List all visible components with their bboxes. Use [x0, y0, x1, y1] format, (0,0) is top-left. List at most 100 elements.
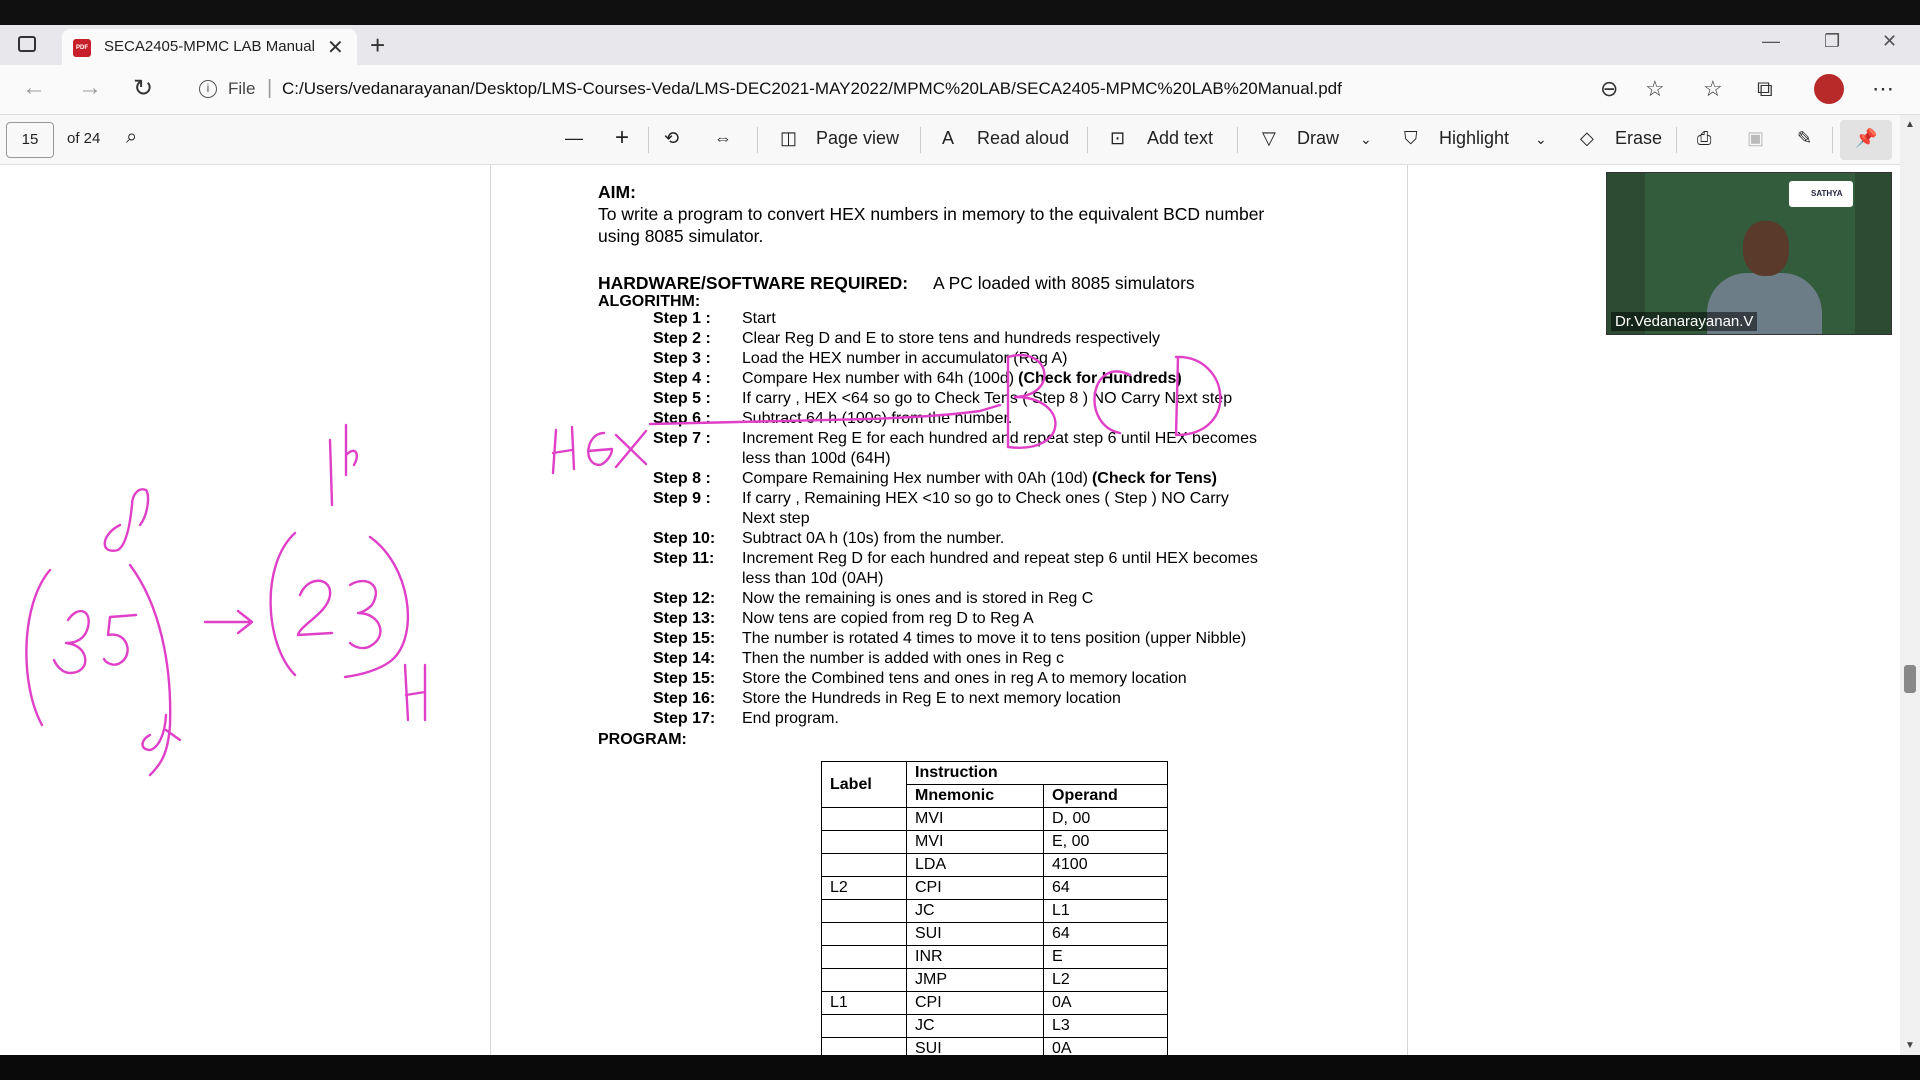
zoom-in-icon[interactable]: + [615, 124, 629, 152]
read-aloud-icon[interactable]: A [942, 128, 954, 149]
step-text: less than 100d (64H) [742, 450, 891, 468]
step-text-main: Start [742, 310, 776, 327]
label-cell: L2 [821, 876, 907, 900]
operand-cell: L3 [1043, 1014, 1168, 1038]
mnemonic-cell: JC [906, 899, 1044, 923]
mnemonic-cell: JMP [906, 968, 1044, 992]
page-view-icon[interactable]: ◫ [780, 128, 797, 149]
collections-icon[interactable]: ⧉ [1757, 76, 1773, 102]
scroll-down-icon[interactable]: ▼ [1905, 1040, 1915, 1051]
new-tab-button[interactable]: + [370, 30, 385, 61]
label-cell [821, 1014, 907, 1038]
step-text-main: Compare Hex number with 64h (100d) [742, 370, 1015, 387]
step-text: Now tens are copied from reg D to Reg A [742, 610, 1034, 628]
forward-icon[interactable]: → [78, 74, 102, 102]
save-as-icon[interactable]: ✎ [1797, 128, 1812, 149]
tab-actions-icon[interactable] [18, 36, 36, 52]
step-text-main: Now the remaining is ones and is stored … [742, 590, 1094, 607]
address-separator: | [267, 77, 273, 99]
address-url[interactable]: C:/Users/vedanarayanan/Desktop/LMS-Cours… [282, 79, 1342, 99]
highlight-button[interactable]: Highlight [1439, 128, 1509, 149]
table-row: JC L3 [821, 1014, 1168, 1038]
step-text-main: Subtract 64 h (100s) from the number. [742, 410, 1013, 427]
label-cell [821, 899, 907, 923]
step-label: Step 15: [653, 630, 716, 647]
toolbar-divider [1832, 127, 1833, 153]
step-text-main: Increment Reg D for each hundred and rep… [742, 550, 1258, 567]
zoom-out-icon[interactable]: — [565, 128, 583, 149]
search-icon[interactable]: ⌕ [126, 126, 137, 149]
vertical-scrollbar[interactable]: ▲ ▼ [1900, 115, 1920, 1055]
add-text-button[interactable]: Add text [1147, 128, 1213, 149]
highlight-chevron-down-icon[interactable]: ⌄ [1535, 131, 1547, 148]
restore-icon[interactable]: ❐ [1824, 31, 1840, 52]
step-text: Then the number is added with ones in Re… [742, 650, 1064, 668]
table-row: JC L1 [821, 899, 1168, 923]
step-label: Step 15: [653, 670, 716, 687]
zoom-icon[interactable]: ⊖ [1600, 76, 1618, 102]
step-text-main: less than 10d (0AH) [742, 570, 884, 587]
step-text-main: Load the HEX number in accumulator (Reg … [742, 350, 1068, 367]
step-text-main: Compare Remaining Hex number with 0Ah (1… [742, 470, 1088, 487]
step-label: Step 8 : [653, 470, 711, 487]
program-table: Label Instruction Mnemonic Operand MVI D,… [821, 761, 1168, 1061]
toolbar-divider [648, 127, 649, 153]
title-bar [0, 0, 1920, 25]
info-icon[interactable]: i [199, 80, 217, 98]
presenter-video[interactable]: SATHYA Dr.Vedanarayanan.V [1606, 172, 1892, 335]
back-icon[interactable]: ← [22, 74, 46, 102]
print-icon[interactable]: ⎙ [1697, 128, 1711, 149]
step-text: Store the Hundreds in Reg E to next memo… [742, 690, 1121, 708]
fit-width-icon[interactable]: ⇔ [714, 128, 732, 149]
mnemonic-cell: MVI [906, 807, 1044, 831]
highlight-icon[interactable]: ⛉ [1404, 128, 1418, 149]
tab-title: SECA2405-MPMC LAB Manual.p [104, 38, 314, 55]
scroll-thumb[interactable] [1904, 665, 1916, 693]
add-favorite-icon[interactable]: ☆ [1645, 76, 1665, 102]
refresh-icon[interactable]: ↻ [133, 74, 153, 103]
mnemonic-cell: INR [906, 945, 1044, 969]
rotate-icon[interactable]: ⟲ [664, 128, 679, 149]
close-window-icon[interactable]: ✕ [1882, 31, 1897, 52]
draw-button[interactable]: Draw [1297, 128, 1339, 149]
address-field[interactable]: i File | C:/Users/vedanarayanan/Desktop/… [185, 71, 1685, 107]
step-text-main: Store the Combined tens and ones in reg … [742, 670, 1187, 687]
bottom-bar [0, 1055, 1920, 1080]
page-view-button[interactable]: Page view [816, 128, 899, 149]
mnemonic-cell: CPI [906, 991, 1044, 1015]
close-tab-icon[interactable]: ✕ [327, 35, 344, 60]
favorites-icon[interactable]: ☆ [1703, 76, 1723, 102]
operand-cell: 64 [1043, 876, 1168, 900]
pdf-page: AIM: To write a program to convert HEX n… [490, 165, 1408, 1061]
save-icon[interactable]: ▣ [1747, 128, 1764, 149]
minimize-icon[interactable]: — [1762, 31, 1780, 52]
step-text-main: End program. [742, 710, 839, 727]
read-aloud-button[interactable]: Read aloud [977, 128, 1069, 149]
pin-toolbar-button[interactable]: 📌 [1840, 120, 1892, 160]
step-text-main: If carry , Remaining HEX <10 so go to Ch… [742, 490, 1229, 507]
operand-cell: L1 [1043, 899, 1168, 923]
operand-cell: 64 [1043, 922, 1168, 946]
page-number-input[interactable]: 15 [6, 122, 54, 158]
mnemonic-cell: LDA [906, 853, 1044, 877]
erase-button[interactable]: Erase [1615, 128, 1662, 149]
add-text-icon[interactable]: ⊡ [1110, 128, 1125, 149]
step-text: Compare Hex number with 64h (100d) (Check… [742, 370, 1182, 388]
step-text: If carry , HEX <64 so go to Check Tens (… [742, 390, 1232, 408]
step-emphasis: (Check for Tens) [1091, 470, 1217, 487]
mnemonic-cell: MVI [906, 830, 1044, 854]
hardware-heading: HARDWARE/SOFTWARE REQUIRED: [598, 273, 909, 293]
step-text-main: Then the number is added with ones in Re… [742, 650, 1064, 667]
draw-icon[interactable]: ▽ [1262, 128, 1276, 149]
browser-tab[interactable]: PDF SECA2405-MPMC LAB Manual.p ✕ [62, 29, 357, 65]
more-menu-icon[interactable]: ⋯ [1872, 76, 1894, 102]
aim-line-2: using 8085 simulator. [598, 226, 764, 246]
draw-chevron-down-icon[interactable]: ⌄ [1360, 131, 1372, 148]
erase-icon[interactable]: ◇ [1580, 128, 1594, 149]
scroll-up-icon[interactable]: ▲ [1905, 119, 1915, 130]
step-text-main: Increment Reg E for each hundred and rep… [742, 430, 1257, 447]
profile-avatar[interactable] [1814, 74, 1844, 104]
step-label: Step 3 : [653, 350, 711, 367]
operand-cell: L2 [1043, 968, 1168, 992]
table-row: JMP L2 [821, 968, 1168, 992]
